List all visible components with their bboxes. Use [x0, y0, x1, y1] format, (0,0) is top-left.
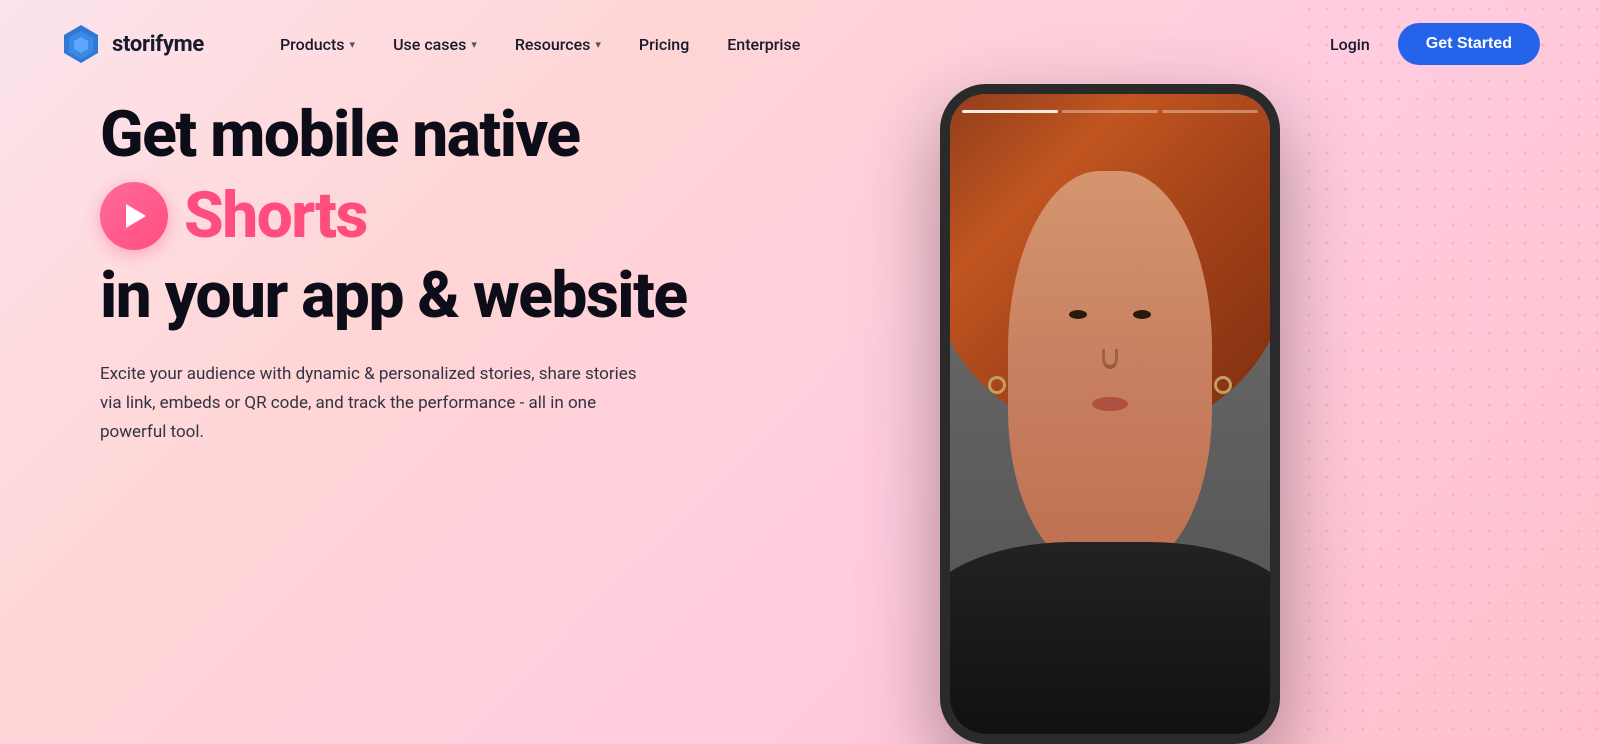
hero-description: Excite your audience with dynamic & pers… — [100, 360, 660, 447]
person-eye-left — [1069, 310, 1087, 319]
nav-use-cases[interactable]: Use cases ▾ — [377, 27, 493, 62]
login-button[interactable]: Login — [1310, 27, 1390, 62]
nav-pricing[interactable]: Pricing — [623, 27, 705, 62]
person-face — [1008, 171, 1213, 568]
hero-title-line2: Shorts — [100, 178, 700, 253]
brand-name: storifyme — [112, 32, 204, 57]
hero-shorts-text: Shorts — [184, 178, 367, 253]
person-earring-left — [988, 376, 1006, 394]
main-nav: Products ▾ Use cases ▾ Resources ▾ Prici… — [264, 23, 1540, 65]
hero-title-line3: in your app & website — [100, 261, 700, 331]
chevron-down-icon: ▾ — [595, 38, 601, 51]
phone-mockup — [940, 84, 1280, 744]
progress-bar-2 — [1062, 110, 1158, 113]
phone-mockup-area — [940, 50, 1320, 744]
hero-title-line1: Get mobile native — [100, 100, 700, 170]
logo-icon — [60, 23, 102, 65]
person-lips — [1092, 397, 1128, 411]
header: storifyme Products ▾ Use cases ▾ Resourc… — [0, 0, 1600, 88]
get-started-button[interactable]: Get Started — [1398, 23, 1540, 65]
nav-right-actions: Login Get Started — [1310, 23, 1540, 65]
progress-bar-3 — [1162, 110, 1258, 113]
chevron-down-icon: ▾ — [471, 38, 477, 51]
person-in-phone — [950, 94, 1270, 734]
nav-enterprise[interactable]: Enterprise — [711, 27, 816, 62]
story-progress-bars — [962, 110, 1258, 113]
person-eye-right — [1133, 310, 1151, 319]
progress-bar-1 — [962, 110, 1058, 113]
person-clothing — [950, 542, 1270, 734]
person-earring-right — [1214, 376, 1232, 394]
chevron-down-icon: ▾ — [350, 38, 356, 51]
nav-products[interactable]: Products ▾ — [264, 27, 371, 62]
play-icon — [100, 182, 168, 250]
nav-resources[interactable]: Resources ▾ — [499, 27, 617, 62]
logo-link[interactable]: storifyme — [60, 23, 204, 65]
phone-screen — [950, 94, 1270, 734]
person-nose — [1102, 349, 1118, 369]
